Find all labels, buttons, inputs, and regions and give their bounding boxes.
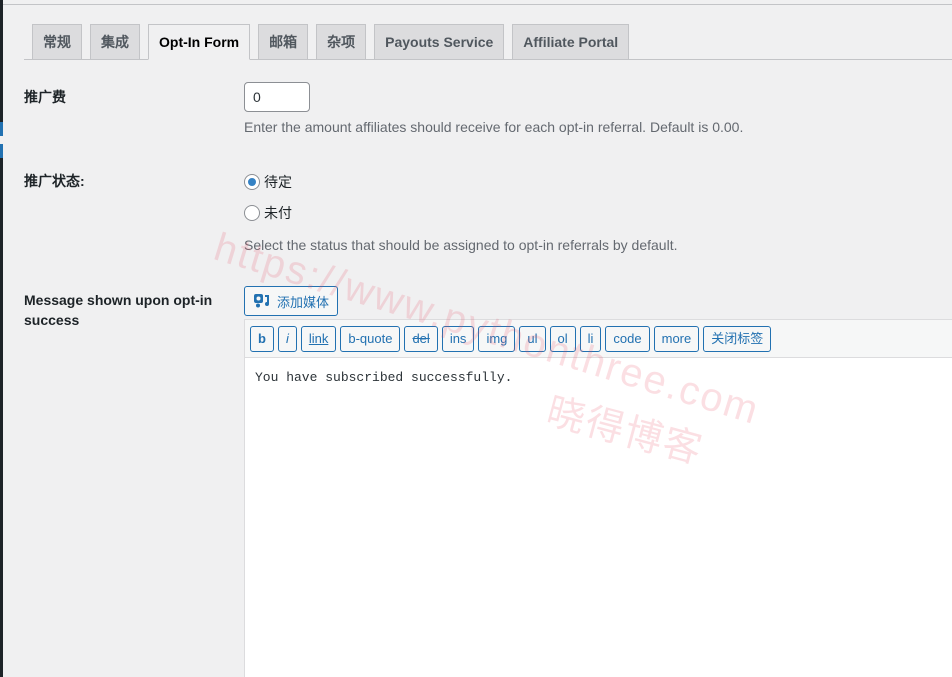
qt-ins-button[interactable]: ins <box>441 325 475 352</box>
qt-italic-button[interactable]: i <box>277 325 297 352</box>
success-message-label: Message shown upon opt-in success <box>24 292 213 328</box>
qt-img-button[interactable]: img <box>478 325 516 352</box>
referral-status-radio-group: 待定 未付 <box>244 171 292 224</box>
qt-ul-button[interactable]: ul <box>519 325 546 352</box>
tab-affiliate-portal[interactable]: Affiliate Portal <box>512 24 630 59</box>
add-media-button[interactable]: 添加媒体 <box>244 286 338 316</box>
message-textarea[interactable]: You have subscribed successfully. <box>245 358 952 397</box>
referral-amount-input[interactable] <box>244 82 310 112</box>
tab-opt-in-form[interactable]: Opt-In Form <box>148 24 251 60</box>
qt-code-button[interactable]: code <box>605 325 650 352</box>
qt-ol-button[interactable]: ol <box>549 325 576 352</box>
radio-option-unpaid[interactable]: 未付 <box>244 202 292 224</box>
top-divider <box>3 4 952 5</box>
qt-more-button[interactable]: more <box>653 325 700 352</box>
tab-general[interactable]: 常规 <box>32 24 82 59</box>
radio-pending[interactable] <box>244 174 260 190</box>
admin-menu-active-marker <box>0 122 3 158</box>
tab-misc[interactable]: 杂项 <box>316 24 367 59</box>
settings-tabs: 常规 集成 Opt-In Form 邮箱 杂项 Payouts Service … <box>24 24 952 60</box>
qt-close-tags-button[interactable]: 关闭标签 <box>703 325 772 352</box>
referral-amount-description: Enter the amount affiliates should recei… <box>244 119 744 135</box>
admin-sidebar-edge <box>0 0 3 677</box>
referral-amount-label: 推广费 <box>24 89 66 105</box>
add-media-label: 添加媒体 <box>277 294 330 310</box>
radio-pending-label: 待定 <box>264 174 292 190</box>
tab-emails[interactable]: 邮箱 <box>258 24 309 59</box>
qt-del-button[interactable]: del <box>404 325 438 352</box>
radio-option-pending[interactable]: 待定 <box>244 171 292 193</box>
radio-unpaid[interactable] <box>244 205 260 221</box>
radio-unpaid-label: 未付 <box>264 205 292 221</box>
qt-bold-button[interactable]: b <box>250 325 274 352</box>
referral-amount-field <box>244 82 310 112</box>
message-editor: b i link b-quote del ins img ul ol li co… <box>244 319 952 677</box>
tab-integrations[interactable]: 集成 <box>90 24 140 59</box>
qt-blockquote-button[interactable]: b-quote <box>340 325 401 352</box>
referral-status-description: Select the status that should be assigne… <box>244 237 678 253</box>
referral-status-label: 推广状态: <box>24 173 85 189</box>
tab-payouts-service[interactable]: Payouts Service <box>374 24 505 59</box>
add-media-icon <box>253 291 271 312</box>
qt-li-button[interactable]: li <box>579 325 602 352</box>
quicktags-toolbar: b i link b-quote del ins img ul ol li co… <box>245 320 952 358</box>
qt-link-button[interactable]: link <box>300 325 337 352</box>
